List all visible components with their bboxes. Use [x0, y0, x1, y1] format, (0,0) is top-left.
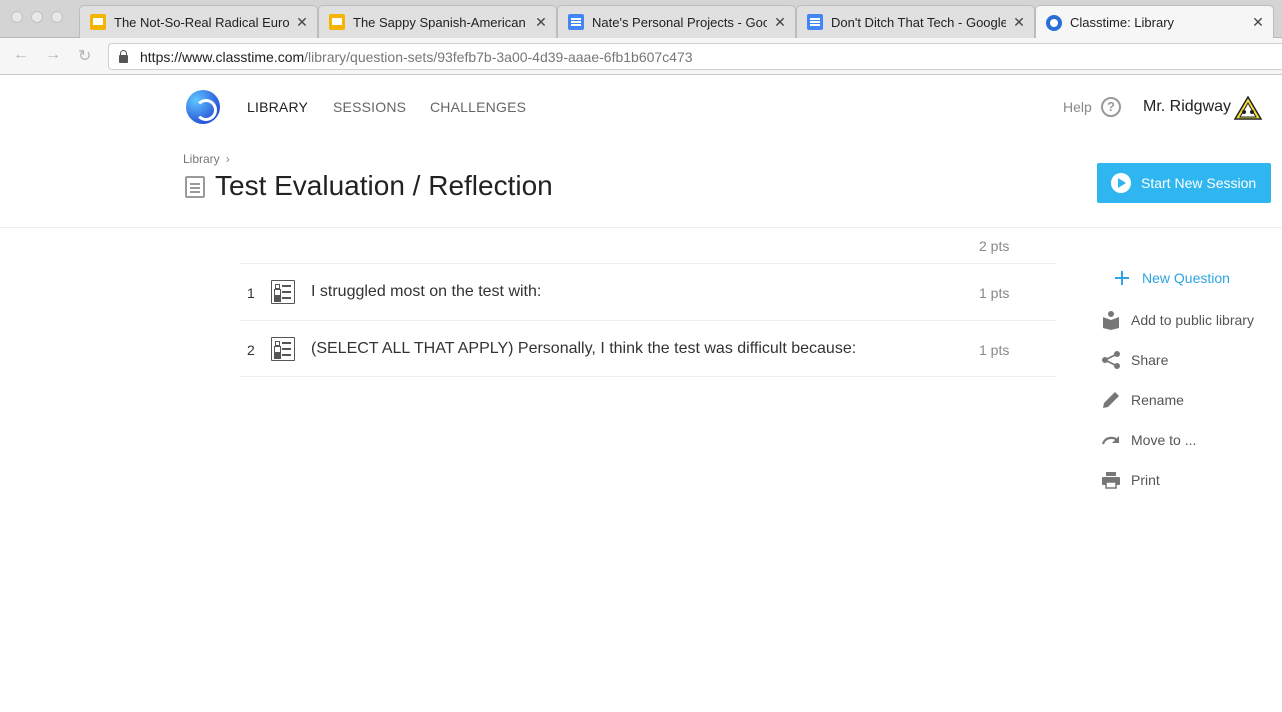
window-close-control[interactable]: [11, 11, 23, 23]
total-points: 2 pts: [979, 238, 1010, 254]
print-button[interactable]: Print: [1101, 470, 1160, 490]
question-text[interactable]: I struggled most on the test with:: [311, 283, 541, 301]
avatar[interactable]: [1233, 95, 1263, 121]
docs-icon: [568, 14, 584, 30]
tab-title: Classtime: Library: [1070, 15, 1175, 30]
back-arrow-icon[interactable]: ←: [13, 46, 29, 64]
new-question-button[interactable]: New Question: [1114, 270, 1230, 286]
start-new-session-button[interactable]: Start New Session: [1097, 163, 1271, 203]
browser-tab-bar: The Not-So-Real Radical Europ ✕ The Sapp…: [0, 0, 1282, 39]
share-label: Share: [1131, 352, 1169, 368]
user-name[interactable]: Mr. Ridgway: [1143, 98, 1231, 116]
print-label: Print: [1131, 472, 1160, 488]
new-question-label: New Question: [1142, 270, 1230, 286]
help-icon[interactable]: ?: [1101, 97, 1121, 117]
nav-sessions[interactable]: SESSIONS: [333, 99, 406, 115]
nav-library[interactable]: LIBRARY: [247, 99, 308, 115]
breadcrumb: Library ›: [183, 152, 230, 166]
question-number: 1: [247, 285, 255, 301]
url-path: /library/question-sets/93fefb7b-3a00-4d3…: [304, 48, 693, 65]
lock-icon: [119, 49, 128, 63]
tab-title: Don't Ditch That Tech - Google: [831, 14, 1006, 30]
close-icon[interactable]: ✕: [295, 14, 309, 31]
browser-tab[interactable]: The Sappy Spanish-American ✕: [318, 5, 557, 38]
question-row[interactable]: 1 I struggled most on the test with: 1 p…: [240, 263, 1056, 320]
docs-icon: [807, 14, 823, 30]
printer-icon: [1101, 470, 1121, 490]
close-icon[interactable]: ✕: [534, 14, 548, 31]
question-list: 1 I struggled most on the test with: 1 p…: [240, 263, 1056, 377]
url-host: https://www.classtime.com: [140, 48, 305, 65]
reload-icon[interactable]: ↻: [78, 46, 91, 66]
redo-arrow-icon: [1101, 430, 1121, 450]
close-icon[interactable]: ✕: [1251, 14, 1265, 31]
question-number: 2: [247, 342, 255, 358]
start-new-session-label: Start New Session: [1141, 175, 1257, 191]
forward-arrow-icon[interactable]: →: [45, 46, 61, 64]
close-icon[interactable]: ✕: [1012, 14, 1026, 31]
browser-tab[interactable]: The Not-So-Real Radical Europ ✕: [79, 5, 318, 38]
move-to-button[interactable]: Move to ...: [1101, 430, 1196, 450]
window-zoom-control[interactable]: [51, 11, 63, 23]
add-to-public-library-button[interactable]: Add to public library: [1101, 310, 1254, 330]
share-button[interactable]: Share: [1101, 350, 1168, 370]
document-icon: [185, 176, 205, 198]
chevron-right-icon: ›: [225, 152, 230, 166]
multiple-choice-icon: [271, 337, 295, 361]
tab-title: The Sappy Spanish-American: [353, 14, 526, 30]
pencil-icon: [1101, 390, 1121, 410]
question-text[interactable]: (SELECT ALL THAT APPLY) Personally, I th…: [311, 340, 856, 358]
tab-title: Nate's Personal Projects - Goo: [592, 14, 767, 30]
question-row[interactable]: 2 (SELECT ALL THAT APPLY) Personally, I …: [240, 320, 1056, 377]
share-icon: [1101, 350, 1121, 370]
nav-challenges[interactable]: CHALLENGES: [430, 99, 526, 115]
header-divider: [0, 227, 1282, 228]
question-points: 1 pts: [979, 285, 1010, 301]
question-points: 1 pts: [979, 342, 1010, 358]
classtime-logo[interactable]: [186, 90, 220, 124]
help-link[interactable]: Help: [1063, 99, 1092, 115]
page-title: Test Evaluation / Reflection: [215, 170, 553, 201]
add-to-public-library-label: Add to public library: [1131, 312, 1254, 328]
plus-icon: [1115, 271, 1129, 285]
classtime-icon: [1046, 14, 1062, 31]
library-add-icon: [1101, 310, 1121, 330]
breadcrumb-library[interactable]: Library: [183, 152, 220, 166]
window-minimize-control[interactable]: [31, 11, 43, 23]
slides-icon: [329, 14, 345, 30]
multiple-choice-icon: [271, 280, 295, 304]
address-bar[interactable]: https://www.classtime.com/library/questi…: [108, 43, 1282, 70]
move-to-label: Move to ...: [1131, 432, 1197, 448]
rename-button[interactable]: Rename: [1101, 390, 1184, 410]
browser-tab-active[interactable]: Classtime: Library ✕: [1035, 5, 1274, 39]
browser-tab[interactable]: Nate's Personal Projects - Goo ✕: [557, 5, 796, 38]
play-icon: [1111, 173, 1131, 193]
tab-title: The Not-So-Real Radical Europ: [114, 14, 289, 30]
rename-label: Rename: [1131, 392, 1184, 408]
browser-tab[interactable]: Don't Ditch That Tech - Google ✕: [796, 5, 1035, 38]
close-icon[interactable]: ✕: [773, 14, 787, 31]
slides-icon: [90, 14, 106, 30]
browser-toolbar: ← → ↻ https://www.classtime.com/library/…: [0, 38, 1282, 75]
